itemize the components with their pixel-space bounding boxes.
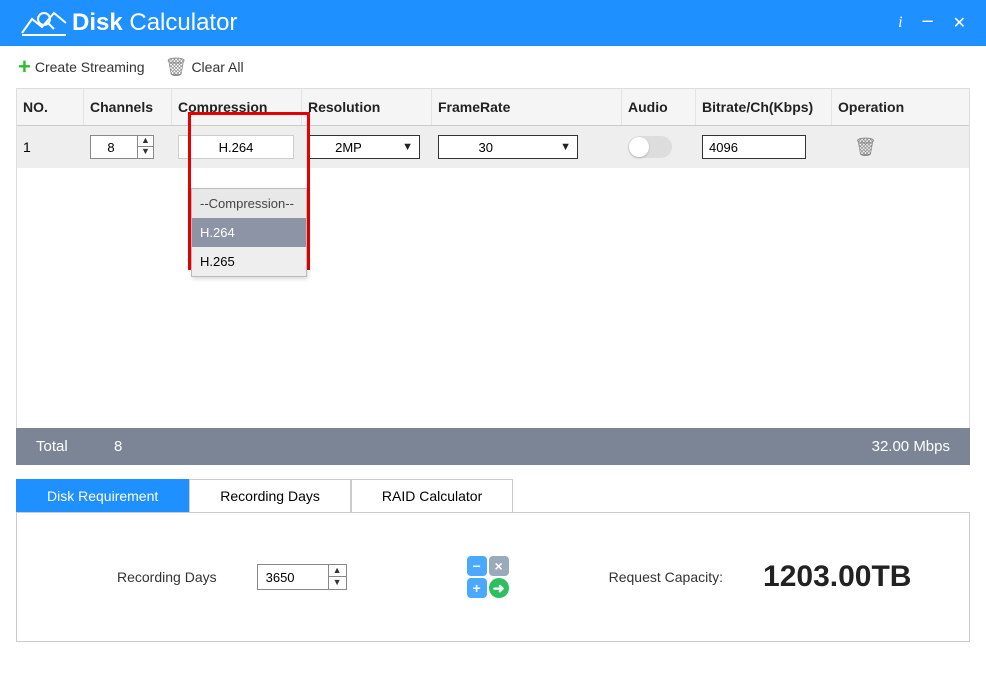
calculator-icon[interactable]: −× +➜ xyxy=(467,556,509,598)
recording-days-input[interactable] xyxy=(258,570,318,585)
toolbar: + Create Streaming 🗑 Clear All xyxy=(0,46,986,88)
app-logo xyxy=(20,9,68,37)
col-channels: Channels xyxy=(84,89,172,125)
bitrate-input[interactable] xyxy=(702,135,806,159)
create-streaming-button[interactable]: + Create Streaming xyxy=(18,56,145,78)
col-framerate: FrameRate xyxy=(432,89,622,125)
clear-all-button[interactable]: 🗑 Clear All xyxy=(165,57,244,78)
tabs: Disk Requirement Recording Days RAID Cal… xyxy=(16,479,970,512)
create-streaming-label: Create Streaming xyxy=(35,59,145,75)
app-title: Disk Calculator xyxy=(72,9,237,37)
chart-logo-icon xyxy=(20,9,68,37)
col-no: NO. xyxy=(17,89,84,125)
delete-row-button[interactable]: 🗑 xyxy=(854,137,877,158)
col-audio: Audio xyxy=(622,89,696,125)
total-channels: 8 xyxy=(114,438,122,455)
trash-icon: 🗑 xyxy=(165,57,188,78)
total-label: Total xyxy=(36,438,114,455)
col-operation: Operation xyxy=(832,89,969,125)
table-row: 1 ▲▼ H.264 2MP ▼ 30 ▼ xyxy=(17,126,969,168)
table-header: NO. Channels Compression Resolution Fram… xyxy=(17,89,969,126)
tab-recording-days[interactable]: Recording Days xyxy=(189,479,351,512)
resolution-value: 2MP xyxy=(335,140,362,155)
streaming-table: NO. Channels Compression Resolution Fram… xyxy=(16,88,970,428)
dropdown-header: --Compression-- xyxy=(192,189,306,218)
channels-input[interactable] xyxy=(91,140,131,155)
resolution-select[interactable]: 2MP ▼ xyxy=(308,135,420,159)
col-bitrate: Bitrate/Ch(Kbps) xyxy=(696,89,832,125)
total-row: Total 8 32.00 Mbps xyxy=(16,428,970,465)
close-button[interactable]: ✕ xyxy=(953,13,966,33)
framerate-select[interactable]: 30 ▼ xyxy=(438,135,578,159)
framerate-value: 30 xyxy=(479,140,493,155)
minimize-button[interactable]: – xyxy=(923,9,933,32)
tab-disk-requirement[interactable]: Disk Requirement xyxy=(16,479,189,512)
spin-up-icon[interactable]: ▲ xyxy=(329,565,346,577)
plus-icon: + xyxy=(18,56,31,78)
compression-dropdown: --Compression-- H.264 H.265 xyxy=(191,188,307,277)
total-bitrate: 32.00 Mbps xyxy=(872,438,950,455)
info-button[interactable]: i xyxy=(898,14,902,32)
channels-spinbox[interactable]: ▲▼ xyxy=(90,135,154,159)
dropdown-option-h265[interactable]: H.265 xyxy=(192,247,306,276)
audio-toggle[interactable] xyxy=(628,136,672,158)
caret-down-icon: ▼ xyxy=(560,141,571,153)
tab-raid-calculator[interactable]: RAID Calculator xyxy=(351,479,513,512)
spin-down-icon[interactable]: ▼ xyxy=(138,147,153,158)
cell-no: 1 xyxy=(17,126,84,168)
request-capacity-label: Request Capacity: xyxy=(609,569,723,585)
clear-all-label: Clear All xyxy=(191,59,243,75)
bottom-panel: Recording Days ▲▼ −× +➜ Request Capacity… xyxy=(16,512,970,642)
capacity-value: 1203.00TB xyxy=(763,560,911,594)
title-bar: Disk Calculator i – ✕ xyxy=(0,0,986,46)
dropdown-option-h264[interactable]: H.264 xyxy=(192,218,306,247)
col-resolution: Resolution xyxy=(302,89,432,125)
spin-down-icon[interactable]: ▼ xyxy=(329,577,346,589)
caret-down-icon: ▼ xyxy=(402,141,413,153)
recording-days-spinbox[interactable]: ▲▼ xyxy=(257,564,347,590)
recording-days-label: Recording Days xyxy=(117,569,217,585)
